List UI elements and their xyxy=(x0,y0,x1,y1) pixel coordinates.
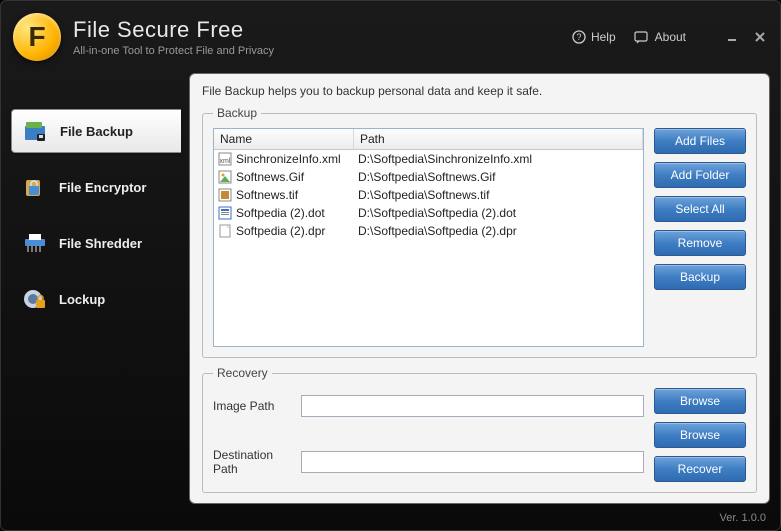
col-name[interactable]: Name xyxy=(214,129,354,149)
file-icon xyxy=(218,188,232,202)
cell-path: D:\Softpedia\Softpedia (2).dpr xyxy=(354,224,643,238)
main-window: F File Secure Free All-in-one Tool to Pr… xyxy=(0,0,781,531)
cell-name: Softnews.Gif xyxy=(214,170,354,184)
app-title: File Secure Free xyxy=(73,17,572,43)
close-button[interactable] xyxy=(752,29,768,45)
about-icon xyxy=(634,30,650,44)
cell-name: Softpedia (2).dpr xyxy=(214,224,354,238)
backup-legend: Backup xyxy=(213,106,261,120)
lock-icon xyxy=(21,175,49,199)
image-path-input[interactable] xyxy=(301,395,644,417)
cell-path: D:\Softpedia\SinchronizeInfo.xml xyxy=(354,152,643,166)
content-row: File Backup File Encryptor File Shredder… xyxy=(1,73,780,510)
add-folder-button[interactable]: Add Folder xyxy=(654,162,746,188)
remove-button[interactable]: Remove xyxy=(654,230,746,256)
destination-path-input[interactable] xyxy=(301,451,644,473)
title-block: File Secure Free All-in-one Tool to Prot… xyxy=(73,17,572,57)
minimize-button[interactable] xyxy=(724,29,740,45)
app-subtitle: All-in-one Tool to Protect File and Priv… xyxy=(73,45,572,57)
help-link[interactable]: ? Help xyxy=(572,30,616,44)
footer: Ver. 1.0.0 xyxy=(1,510,780,530)
backup-buttons: Add Files Add Folder Select All Remove B… xyxy=(654,128,746,347)
recover-button[interactable]: Recover xyxy=(654,456,746,482)
select-all-button[interactable]: Select All xyxy=(654,196,746,222)
add-files-button[interactable]: Add Files xyxy=(654,128,746,154)
sidebar-item-label: File Encryptor xyxy=(59,180,146,195)
table-row[interactable]: Softnews.tifD:\Softpedia\Softnews.tif xyxy=(214,186,643,204)
cell-name: xmlSinchronizeInfo.xml xyxy=(214,152,354,166)
backup-fieldset: Backup Name Path xmlSinchronizeInfo.xmlD… xyxy=(202,106,757,358)
file-icon xyxy=(218,170,232,184)
table-row[interactable]: Softpedia (2).dprD:\Softpedia\Softpedia … xyxy=(214,222,643,240)
svg-text:?: ? xyxy=(576,32,581,42)
panel-description: File Backup helps you to backup personal… xyxy=(202,84,757,98)
app-logo-icon: F xyxy=(13,13,61,61)
recovery-fieldset: Recovery Image Path Destination Path xyxy=(202,366,757,493)
browse-destination-button[interactable]: Browse xyxy=(654,422,746,448)
file-icon: xml xyxy=(218,152,232,166)
backup-row: Name Path xmlSinchronizeInfo.xmlD:\Softp… xyxy=(213,128,746,347)
sidebar-item-label: File Backup xyxy=(60,124,133,139)
browse-image-button[interactable]: Browse xyxy=(654,388,746,414)
top-links: ? Help About xyxy=(572,29,768,45)
backup-button[interactable]: Backup xyxy=(654,264,746,290)
titlebar: F File Secure Free All-in-one Tool to Pr… xyxy=(1,1,780,73)
help-label: Help xyxy=(591,30,616,44)
cell-path: D:\Softpedia\Softnews.Gif xyxy=(354,170,643,184)
backup-icon xyxy=(22,119,50,143)
cell-name: Softnews.tif xyxy=(214,188,354,202)
sidebar-item-lockup[interactable]: Lockup xyxy=(11,277,181,321)
destination-path-label: Destination Path xyxy=(213,448,291,476)
cell-path: D:\Softpedia\Softnews.tif xyxy=(354,188,643,202)
table-row[interactable]: Softpedia (2).dotD:\Softpedia\Softpedia … xyxy=(214,204,643,222)
lockup-icon xyxy=(21,287,49,311)
sidebar: File Backup File Encryptor File Shredder… xyxy=(11,73,181,504)
sidebar-item-label: Lockup xyxy=(59,292,105,307)
col-path[interactable]: Path xyxy=(354,129,643,149)
sidebar-item-file-encryptor[interactable]: File Encryptor xyxy=(11,165,181,209)
table-row[interactable]: xmlSinchronizeInfo.xmlD:\Softpedia\Sinch… xyxy=(214,150,643,168)
table-body: xmlSinchronizeInfo.xmlD:\Softpedia\Sinch… xyxy=(214,150,643,346)
about-link[interactable]: About xyxy=(634,30,686,44)
window-controls xyxy=(724,29,768,45)
help-icon: ? xyxy=(572,30,586,44)
file-icon xyxy=(218,206,232,220)
sidebar-item-file-backup[interactable]: File Backup xyxy=(11,109,181,153)
file-table[interactable]: Name Path xmlSinchronizeInfo.xmlD:\Softp… xyxy=(213,128,644,347)
cell-name: Softpedia (2).dot xyxy=(214,206,354,220)
recovery-legend: Recovery xyxy=(213,366,272,380)
main-panel: File Backup helps you to backup personal… xyxy=(189,73,770,504)
svg-text:xml: xml xyxy=(220,158,231,165)
image-path-label: Image Path xyxy=(213,399,291,413)
shredder-icon xyxy=(21,231,49,255)
table-header: Name Path xyxy=(214,129,643,150)
table-row[interactable]: Softnews.GifD:\Softpedia\Softnews.Gif xyxy=(214,168,643,186)
cell-path: D:\Softpedia\Softpedia (2).dot xyxy=(354,206,643,220)
file-icon xyxy=(218,224,232,238)
sidebar-item-label: File Shredder xyxy=(59,236,142,251)
about-label: About xyxy=(655,30,686,44)
version-label: Ver. 1.0.0 xyxy=(720,512,766,524)
sidebar-item-file-shredder[interactable]: File Shredder xyxy=(11,221,181,265)
